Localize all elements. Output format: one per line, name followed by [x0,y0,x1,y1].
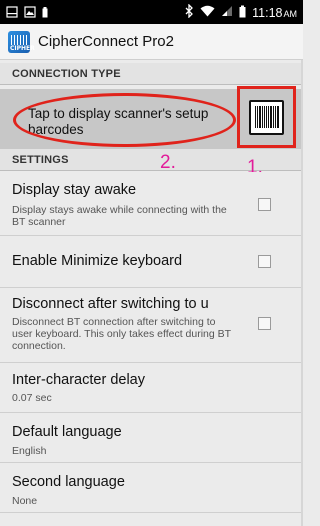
wifi-icon [200,5,215,20]
connection-type-header: CONNECTION TYPE [0,63,303,85]
setting-second-language[interactable]: Second language None [0,463,303,513]
setting-value: 0.07 sec [12,392,52,404]
app-bar: CIPHER CipherConnect Pro2 [0,24,303,60]
setting-title: Display stay awake [12,182,137,198]
setting-disconnect-after-switching[interactable]: Disconnect after switching to u Disconne… [0,288,303,363]
gallery-icon [24,5,36,23]
disconnect-after-switching-checkbox[interactable] [258,317,271,330]
setting-title: Second language [12,474,125,490]
barcode-icon [249,99,284,135]
setting-subtitle: Display stays awake while connecting wit… [12,204,227,228]
setting-subtitle: Disconnect BT connection after switching… [12,316,231,352]
app-title: CipherConnect Pro2 [38,33,174,50]
setting-value: None [12,495,38,507]
bluetooth-icon [185,3,194,21]
signal-icon [221,5,233,20]
setting-enable-minimize-keyboard[interactable]: Enable Minimize keyboard [0,236,303,288]
setting-title: Disconnect after switching to u [12,296,209,312]
status-bar: 11:18AM [0,0,303,24]
tap-to-display-text: Tap to display scanner's setup barcodes [28,106,209,137]
setting-title: Inter-character delay [12,372,145,388]
annotation-step-2: 2. [160,152,176,173]
clock-suffix: AM [283,8,298,19]
setting-inter-character-delay[interactable]: Inter-character delay 0.07 sec [0,363,303,413]
battery-icon [239,5,246,21]
setting-default-language[interactable]: Default language English [0,413,303,463]
barcode-button[interactable] [237,86,296,148]
screen-capture-icon [6,5,18,23]
battery-small-icon [42,5,48,23]
clock: 11:18AM [252,6,297,20]
setting-title: Enable Minimize keyboard [12,253,183,269]
setting-value: English [12,445,47,457]
setting-title: Default language [12,424,122,440]
enable-minimize-keyboard-checkbox[interactable] [258,255,271,268]
display-stay-awake-checkbox[interactable] [258,198,271,211]
clock-time: 11:18 [252,5,283,20]
setting-display-stay-awake[interactable]: Display stay awake Display stays awake w… [0,172,303,236]
app-icon-text: CIPHER [10,44,35,52]
scroll-edge [301,60,303,526]
app-icon[interactable]: CIPHER [8,30,35,53]
